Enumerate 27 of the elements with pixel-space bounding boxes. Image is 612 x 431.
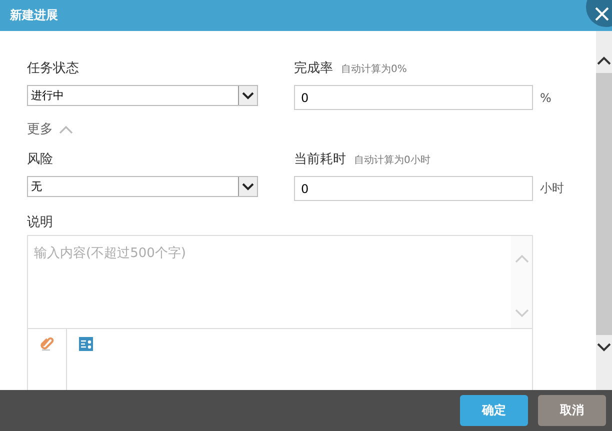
scroll-down-icon[interactable] [596, 341, 612, 353]
scroll-up-icon[interactable] [596, 55, 612, 67]
field-label: 说明 [27, 215, 53, 230]
hint-text: 自动计算为0小时 [354, 154, 430, 167]
dropdown[interactable]: 无 [27, 176, 258, 197]
field-label: 风险 [27, 151, 53, 168]
hint-text: 自动计算为0% [341, 62, 407, 76]
table-icon[interactable] [79, 337, 93, 351]
input-field[interactable]: 0 [294, 176, 533, 201]
unit-label: 小时 [540, 180, 564, 197]
cancel-button[interactable]: 取消 [538, 395, 606, 426]
field-label: 当前耗时 [294, 151, 346, 168]
field-label: 任务状态 [27, 60, 79, 77]
scrollbar[interactable] [596, 31, 612, 390]
input-field[interactable]: 0 [294, 85, 533, 110]
window-title: 新建进展 [10, 7, 58, 24]
field-label: 完成率 [294, 60, 333, 77]
paperclip-icon[interactable] [40, 335, 54, 351]
close-icon [594, 6, 610, 22]
chevron-down-icon [242, 182, 254, 190]
more-toggle[interactable]: 更多 [27, 120, 53, 138]
text-editor[interactable]: 输入内容(不超过500个字) [27, 235, 533, 390]
dropdown[interactable]: 进行中 [27, 85, 258, 106]
chevron-down-icon [242, 92, 254, 100]
scrollbar-thumb[interactable] [596, 73, 612, 335]
unit-label: % [540, 90, 552, 104]
chevron-up-icon[interactable] [59, 124, 73, 134]
